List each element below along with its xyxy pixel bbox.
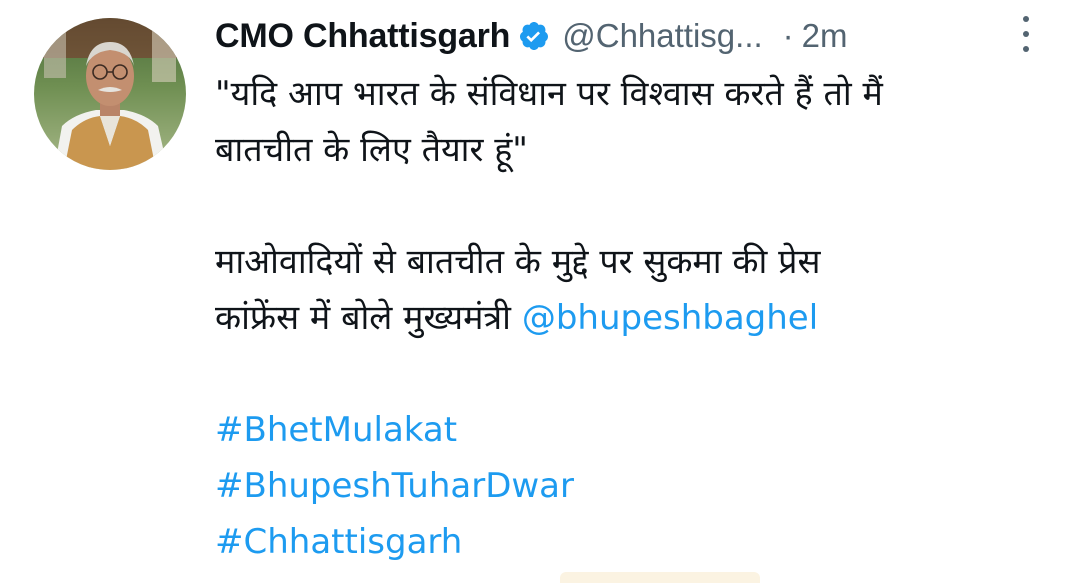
avatar[interactable] — [34, 18, 186, 170]
hashtag-link[interactable]: #BhupeshTuharDwar — [215, 458, 1045, 514]
display-name[interactable]: CMO Chhattisgarh — [215, 17, 510, 56]
hashtag-link[interactable]: #Chhattisgarh — [215, 514, 1045, 570]
paragraph-line-2-text: कांफ्रेंस में बोले मुख्यमंत्री — [215, 298, 511, 338]
separator-dot: · — [782, 17, 794, 54]
tweet-card[interactable]: CMO Chhattisgarh @Chhattisg... · 2m "यदि… — [0, 0, 1079, 583]
more-options-icon[interactable] — [1016, 16, 1036, 52]
mention-link[interactable]: @bhupeshbaghel — [522, 298, 818, 338]
paragraph-line-1: माओवादियों से बातचीत के मुद्दे पर सुकमा … — [215, 242, 821, 282]
quote-line-2: बातचीत के लिए तैयार हूं" — [215, 130, 528, 170]
avatar-image — [34, 18, 186, 170]
tweet-header: CMO Chhattisgarh @Chhattisg... · 2m — [215, 12, 1045, 60]
timestamp[interactable]: 2m — [802, 17, 848, 55]
hashtag-link[interactable]: #BhetMulakat — [215, 402, 1045, 458]
verified-badge-icon — [518, 20, 550, 52]
user-handle[interactable]: @Chhattisg... — [562, 17, 762, 55]
paragraph-line-2: कांफ्रेंस में बोले मुख्यमंत्री @bhupeshb… — [215, 290, 1045, 346]
tweet-text: "यदि आप भारत के संविधान पर विश्वास करते … — [215, 66, 1045, 570]
media-preview-edge — [560, 572, 760, 583]
quote-line-1: "यदि आप भारत के संविधान पर विश्वास करते … — [215, 74, 883, 114]
